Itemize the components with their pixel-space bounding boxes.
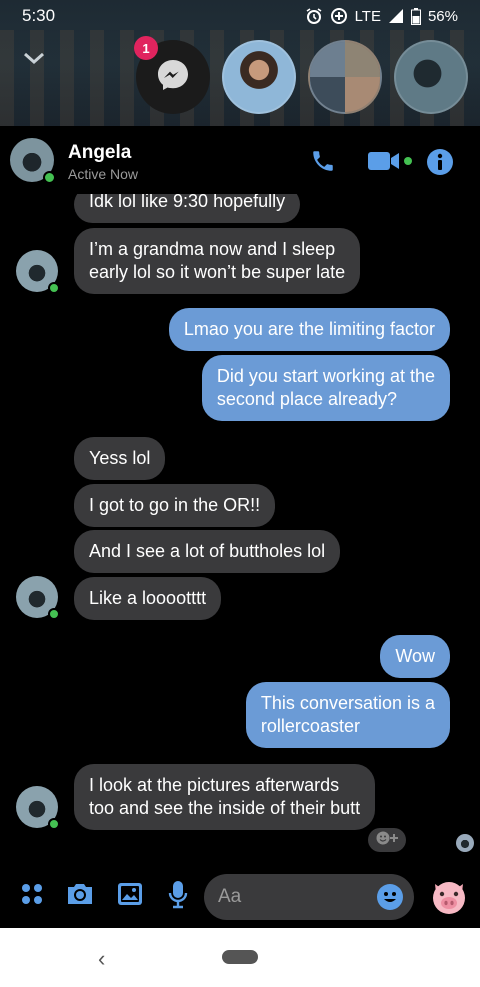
composer-bar: [0, 866, 480, 928]
mic-icon: [167, 879, 189, 914]
message-input-wrapper: [204, 874, 414, 920]
message-thread[interactable]: Idk lol like 9:30 hopefully I’m a grandm…: [0, 194, 480, 866]
messenger-icon: [155, 57, 191, 98]
emoji-icon[interactable]: [376, 883, 404, 916]
avatar[interactable]: [16, 786, 60, 830]
online-indicator: [48, 608, 60, 620]
message-bubble-incoming[interactable]: I got to go in the OR!!: [74, 484, 276, 527]
message-bubble-outgoing[interactable]: Lmao you are the limiting factor: [168, 308, 450, 351]
message-bubble-incoming[interactable]: Yess lol: [74, 437, 166, 480]
add-reaction-button[interactable]: [368, 828, 406, 852]
message-bubble-outgoing[interactable]: This conversation is a rollercoaster: [245, 682, 450, 748]
online-indicator: [48, 282, 60, 294]
message-bubble-outgoing[interactable]: Did you start working at the second plac…: [201, 355, 450, 421]
apps-button[interactable]: [16, 880, 48, 912]
active-status: Active Now: [68, 166, 139, 182]
info-icon: [426, 148, 454, 181]
avatar[interactable]: [16, 250, 60, 294]
message-bubble-outgoing[interactable]: Wow: [380, 635, 450, 678]
message-line: I look at the pictures afterwards: [89, 775, 340, 795]
apps-icon: [20, 882, 44, 911]
notification-badge: 1: [134, 36, 158, 60]
phone-icon: [310, 148, 336, 179]
chat-head-group-avatar[interactable]: [308, 40, 382, 114]
message-bubble-incoming[interactable]: I’m a grandma now and I sleep early lol …: [74, 228, 361, 294]
info-button[interactable]: [426, 148, 454, 181]
chat-head-avatar[interactable]: [222, 40, 296, 114]
emoji-plus-icon: [374, 830, 400, 851]
message-line: rollercoaster: [260, 716, 360, 736]
gallery-button[interactable]: [114, 880, 146, 912]
alarm-icon: [305, 7, 323, 25]
message-bubble-incoming[interactable]: Idk lol like 9:30 hopefully: [74, 194, 301, 223]
message-line: second place already?: [216, 389, 398, 409]
message-line: This conversation is a: [260, 693, 435, 713]
chat-head-avatar-angela[interactable]: [394, 40, 468, 114]
message-bubble-incoming[interactable]: I look at the pictures afterwards too an…: [74, 764, 376, 830]
camera-icon: [65, 881, 95, 912]
gallery-icon: [116, 881, 144, 912]
back-icon[interactable]: ‹: [98, 946, 105, 972]
chat-header: Angela Active Now: [0, 126, 480, 194]
message-line: I’m a grandma now and I sleep: [89, 239, 336, 259]
chevron-down-icon[interactable]: [22, 50, 46, 71]
message-line: Did you start working at the: [216, 366, 435, 386]
network-type: LTE: [354, 7, 381, 25]
avatar[interactable]: [10, 138, 56, 184]
message-bubble-incoming[interactable]: And I see a lot of buttholes lol: [74, 530, 341, 573]
video-call-button[interactable]: [366, 148, 414, 179]
message-line: early lol so it won’t be super late: [89, 262, 346, 282]
battery-icon: [410, 7, 421, 25]
message-bubble-incoming[interactable]: Like a looootttt: [74, 577, 222, 620]
voice-button[interactable]: [162, 880, 194, 912]
camera-button[interactable]: [64, 880, 96, 912]
quick-reaction-button[interactable]: [428, 876, 470, 918]
message-input[interactable]: [218, 874, 368, 920]
contact-name[interactable]: Angela: [68, 142, 131, 164]
data-saver-icon: [330, 7, 348, 25]
call-button[interactable]: [310, 148, 336, 179]
online-indicator: [43, 171, 56, 184]
status-time: 5:30: [22, 6, 56, 25]
avatar[interactable]: [16, 576, 60, 620]
pig-icon: [428, 882, 470, 922]
seen-indicator-avatar: [456, 834, 474, 852]
video-icon: [366, 148, 414, 179]
signal-icon: [388, 8, 404, 24]
system-nav-bar: ‹: [0, 928, 480, 987]
status-bar: 5:30 LTE 56%: [0, 0, 480, 32]
home-pill[interactable]: [222, 950, 258, 964]
battery-level: 56%: [427, 7, 458, 25]
message-line: too and see the inside of their butt: [89, 798, 361, 818]
online-indicator: [48, 818, 60, 830]
